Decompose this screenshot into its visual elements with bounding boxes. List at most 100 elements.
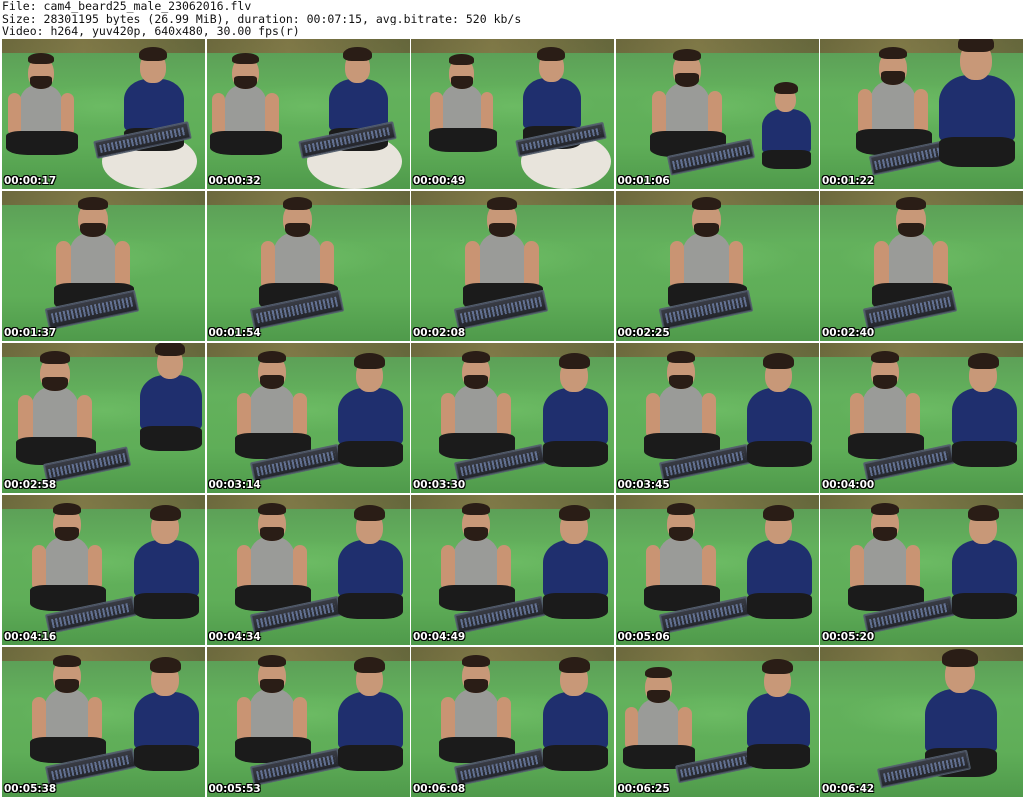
person-navy-shirt: [756, 79, 816, 177]
thumbnail-timestamp: 00:02:58: [4, 479, 57, 491]
tank-top: [273, 233, 322, 288]
thumbnail-timestamp: 00:05:06: [617, 631, 670, 643]
person-tank-top: [2, 47, 78, 171]
hair: [257, 351, 286, 363]
navy-tshirt: [542, 692, 608, 750]
person-tank-top: [207, 47, 283, 171]
hair: [666, 503, 695, 515]
left-arm: [212, 92, 226, 137]
hair: [558, 504, 590, 521]
beard: [489, 222, 515, 238]
video-thumbnail: 00:02:40: [820, 191, 1023, 341]
tank-top: [44, 537, 90, 589]
video-thumbnail: 00:05:20: [820, 495, 1023, 645]
tank-top: [453, 689, 499, 741]
video-thumbnail: 00:06:08: [411, 647, 614, 797]
beard: [259, 527, 284, 541]
navy-tshirt: [951, 388, 1017, 446]
thumbnail-timestamp: 00:00:49: [413, 175, 466, 187]
file-info-header: File: cam4_beard25_male_23062016.flv Siz…: [2, 0, 1022, 38]
thumbnail-timestamp: 00:05:53: [208, 783, 261, 795]
thumbnail-timestamp: 00:04:49: [413, 631, 466, 643]
beard: [464, 375, 488, 389]
video-thumbnail: 00:01:54: [206, 191, 410, 341]
beard: [873, 375, 897, 389]
hair: [558, 352, 590, 369]
video-thumbnail: 00:02:25: [615, 191, 819, 341]
person-navy-shirt: [331, 653, 409, 780]
tank-top: [870, 81, 916, 133]
beard: [873, 527, 897, 541]
thumbnail-timestamp: 00:03:30: [413, 479, 466, 491]
shorts: [542, 745, 608, 771]
hair: [343, 46, 372, 61]
hair: [462, 503, 490, 515]
video-thumbnail: 00:03:14: [206, 343, 410, 493]
video-thumbnail: 00:06:25: [615, 647, 819, 797]
hair: [138, 46, 168, 61]
video-thumbnail: 00:01:06: [615, 39, 819, 189]
hair: [967, 504, 999, 521]
hair: [558, 656, 590, 673]
video-thumbnail: 00:04:00: [820, 343, 1023, 493]
tank-top: [657, 385, 704, 437]
thumbnail-timestamp: 00:02:25: [617, 327, 670, 339]
beard: [234, 75, 257, 89]
hair: [462, 655, 490, 667]
video-thumbnail: 00:06:42: [820, 647, 1023, 797]
beard: [29, 75, 53, 89]
shorts: [542, 441, 608, 467]
person-navy-shirt: [740, 501, 818, 628]
shorts: [761, 149, 811, 169]
thumbnail-timestamp: 00:06:42: [822, 783, 875, 795]
beard: [668, 527, 693, 541]
shorts: [951, 593, 1017, 619]
navy-tshirt: [747, 388, 812, 446]
hair: [967, 352, 999, 369]
beard: [668, 375, 693, 389]
thumbnail-timestamp: 00:01:22: [822, 175, 875, 187]
hair: [487, 197, 517, 210]
thumbnail-timestamp: 00:04:16: [4, 631, 57, 643]
thumbnail-timestamp: 00:02:08: [413, 327, 466, 339]
hair: [53, 503, 81, 515]
hair: [942, 649, 978, 667]
shorts: [338, 441, 403, 467]
video-thumbnail: 00:05:38: [2, 647, 205, 797]
beard: [259, 679, 284, 693]
navy-tshirt: [139, 375, 203, 431]
beard: [80, 222, 106, 238]
tank-top: [248, 385, 295, 437]
shorts: [5, 130, 78, 156]
thumbnail-timestamp: 00:01:54: [208, 327, 261, 339]
hair: [149, 504, 181, 521]
navy-tshirt: [338, 388, 403, 446]
hair: [763, 352, 795, 369]
video-thumbnail: 00:03:30: [411, 343, 614, 493]
right-arm: [678, 706, 692, 751]
tank-top: [453, 537, 499, 589]
thumbnail-timestamp: 00:03:45: [617, 479, 670, 491]
file-size-line: Size: 28301195 bytes (26.99 MiB), durati…: [2, 12, 522, 25]
left-arm: [625, 706, 639, 751]
thumbnail-timestamp: 00:03:14: [208, 479, 261, 491]
beard: [55, 679, 79, 693]
person-navy-shirt: [535, 653, 613, 780]
right-arm: [60, 92, 75, 137]
navy-tshirt: [747, 540, 812, 598]
shorts: [747, 744, 810, 769]
thumbnail-timestamp: 00:06:25: [617, 783, 670, 795]
shorts: [133, 593, 199, 619]
thumbnail-timestamp: 00:05:20: [822, 631, 875, 643]
tank-top: [30, 387, 80, 442]
navy-tshirt: [747, 693, 810, 749]
shorts: [338, 593, 403, 619]
tank-top: [453, 385, 499, 437]
navy-tshirt: [133, 540, 199, 598]
hair: [354, 504, 386, 521]
thumbnail-timestamp: 00:01:37: [4, 327, 57, 339]
hair: [762, 658, 793, 674]
hair: [53, 655, 81, 667]
shorts: [747, 441, 812, 467]
thumbnail-timestamp: 00:06:08: [413, 783, 466, 795]
